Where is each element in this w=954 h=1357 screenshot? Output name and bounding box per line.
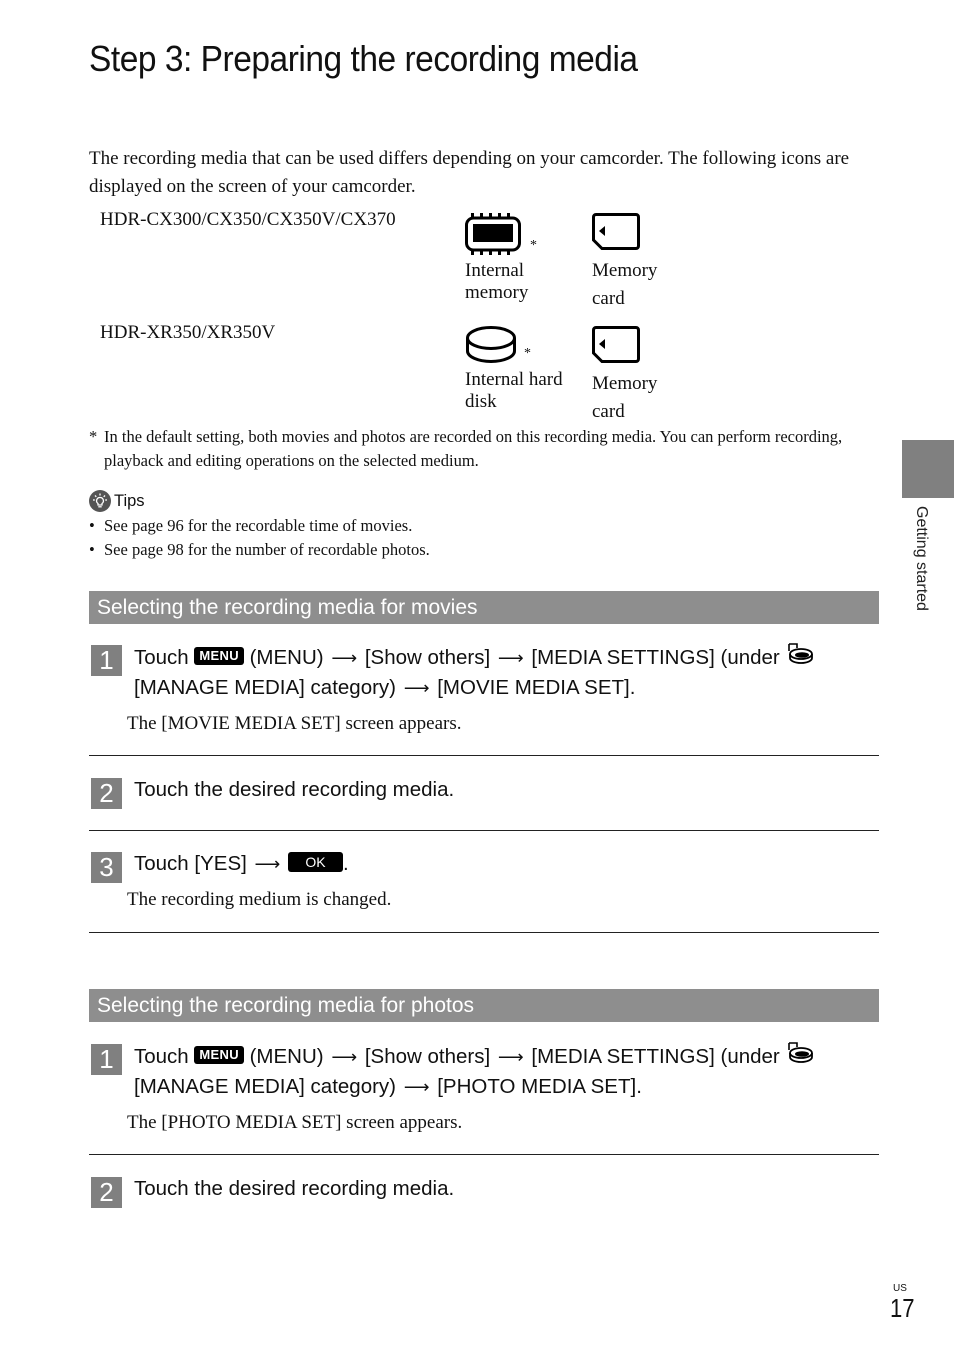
divider (89, 755, 879, 756)
tip-item: See page 96 for the recordable time of m… (89, 514, 430, 538)
tips-list: See page 96 for the recordable time of m… (89, 514, 430, 562)
label-line: card (592, 288, 625, 309)
photos-step-1: 1 Touch MENU (MENU) ⟶ [Show others] ⟶ [M… (91, 1041, 881, 1136)
arrow-right-icon: ⟶ (331, 648, 358, 668)
arrow-right-icon: ⟶ (403, 678, 430, 698)
step-number: 1 (91, 1044, 122, 1075)
step-instruction: Touch the desired recording media. (134, 1177, 455, 1200)
divider (89, 830, 879, 831)
label-line: Internal (465, 260, 525, 281)
asterisk-mark: * (530, 238, 537, 253)
internal-memory-icon (465, 213, 521, 255)
text: [MEDIA SETTINGS] (under (531, 646, 780, 669)
tips-heading: Tips (89, 490, 430, 512)
label-line: Internal hard (465, 369, 563, 390)
text: [PHOTO MEDIA SET]. (437, 1075, 642, 1098)
text: [Show others] (364, 1045, 491, 1068)
footnote: * In the default setting, both movies an… (89, 425, 869, 473)
label-line: Memory (592, 373, 658, 394)
chapter-tab (902, 440, 954, 498)
text: Touch [YES] (134, 852, 247, 875)
lightbulb-icon (89, 490, 111, 512)
tips-box: Tips See page 96 for the recordable time… (89, 490, 430, 562)
text: Touch (134, 1045, 189, 1068)
text: [MANAGE MEDIA] category) (134, 1075, 397, 1098)
photos-step-2: 2 Touch the desired recording media. (91, 1174, 881, 1208)
arrow-right-icon: ⟶ (403, 1077, 430, 1097)
internal-hard-disk-icon (466, 326, 516, 363)
intro-paragraph: The recording media that can be used dif… (89, 148, 850, 197)
media-label-internal-hard-disk: Internal hard disk (465, 369, 563, 413)
footnote-mark: * (89, 427, 98, 446)
memory-card-icon (592, 326, 640, 363)
tip-item: See page 98 for the number of recordable… (89, 538, 430, 562)
step-number: 2 (91, 1177, 122, 1208)
model-name: HDR-CX300/CX350/CX350V/CX370 (100, 209, 396, 230)
manage-media-icon (788, 643, 814, 664)
arrow-right-icon: ⟶ (254, 854, 281, 874)
menu-button-icon: MENU (194, 647, 244, 665)
media-label-internal-memory: Internal memory (465, 260, 528, 304)
arrow-right-icon: ⟶ (331, 1047, 358, 1067)
step-number: 1 (91, 645, 122, 676)
chapter-label: Getting started (913, 506, 930, 611)
step-result: The recording medium is changed. (127, 889, 392, 910)
text: . (343, 852, 349, 875)
label-line: disk (465, 391, 497, 412)
text: [MEDIA SETTINGS] (under (531, 1045, 780, 1068)
model-name: HDR-XR350/XR350V (100, 322, 276, 343)
label-line: Memory (592, 260, 658, 281)
arrow-right-icon: ⟶ (497, 1047, 524, 1067)
section-heading-photos: Selecting the recording media for photos (89, 989, 879, 1022)
label-line: card (592, 401, 625, 422)
ok-button-icon: OK (288, 852, 344, 872)
memory-card-icon (592, 213, 640, 250)
text: (MENU) (249, 646, 324, 669)
step-instruction: Touch the desired recording media. (134, 778, 455, 801)
divider (89, 1154, 879, 1155)
divider (89, 932, 879, 933)
media-label-memory-card: Memory card (592, 257, 657, 313)
movies-step-2: 2 Touch the desired recording media. (91, 775, 881, 809)
step-instruction: Touch MENU (MENU) ⟶ [Show others] ⟶ [MED… (134, 642, 881, 703)
step-result: The [MOVIE MEDIA SET] screen appears. (127, 713, 462, 734)
asterisk-mark: * (524, 346, 531, 361)
page-number: 17 (890, 1293, 915, 1323)
tips-label: Tips (114, 491, 145, 510)
text: [MANAGE MEDIA] category) (134, 676, 397, 699)
movies-step-1: 1 Touch MENU (MENU) ⟶ [Show others] ⟶ [M… (91, 642, 881, 737)
text: [MOVIE MEDIA SET]. (437, 676, 636, 699)
step-instruction: Touch MENU (MENU) ⟶ [Show others] ⟶ [MED… (134, 1041, 881, 1102)
step-result: The [PHOTO MEDIA SET] screen appears. (127, 1112, 463, 1133)
text: Touch (134, 646, 189, 669)
text: [Show others] (364, 646, 491, 669)
label-line: memory (465, 282, 529, 303)
page-title: Step 3: Preparing the recording media (89, 38, 638, 79)
footnote-text: In the default setting, both movies and … (104, 427, 843, 470)
text: (MENU) (249, 1045, 324, 1068)
movies-step-3: 3 Touch [YES] ⟶ OK. The recording medium… (91, 849, 881, 913)
step-number: 2 (91, 778, 122, 809)
menu-button-icon: MENU (194, 1046, 244, 1064)
arrow-right-icon: ⟶ (497, 648, 524, 668)
section-heading-movies: Selecting the recording media for movies (89, 591, 879, 624)
media-label-memory-card: Memory card (592, 370, 657, 426)
step-number: 3 (91, 852, 122, 883)
step-instruction: Touch [YES] ⟶ OK. (134, 849, 881, 879)
manage-media-icon (788, 1042, 814, 1063)
